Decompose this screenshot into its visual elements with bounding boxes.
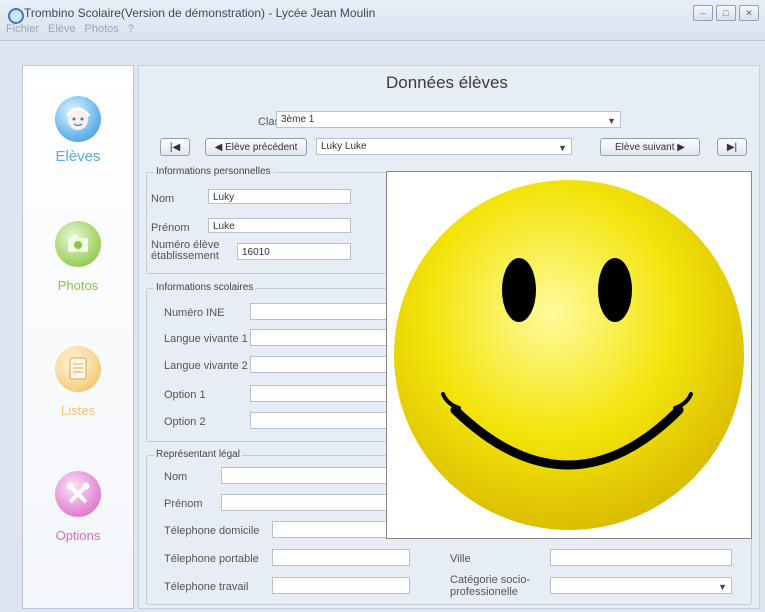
- next-student-button[interactable]: Elève suivant ▶: [600, 138, 700, 156]
- sidebar-label-listes: Listes: [61, 403, 95, 418]
- smiley-face-icon: [394, 180, 744, 530]
- camera-icon: [55, 221, 101, 267]
- sidebar-item-eleves[interactable]: Elèves: [23, 96, 133, 176]
- chevron-down-icon: ▼: [558, 143, 567, 153]
- langue-vivante-2-field[interactable]: [250, 356, 390, 373]
- tools-icon: [55, 471, 101, 517]
- student-photo[interactable]: [386, 171, 752, 539]
- categorie-label-line1: Catégorie socio-: [450, 574, 531, 586]
- maximize-button[interactable]: □: [716, 5, 736, 21]
- categorie-select[interactable]: ▼: [550, 577, 732, 594]
- option-2-field[interactable]: [250, 412, 390, 429]
- tel-portable-field[interactable]: [272, 549, 410, 566]
- option-1-label: Option 1: [164, 389, 206, 401]
- student-select[interactable]: Luky Luke ▼: [316, 138, 572, 155]
- menu-photos[interactable]: Photos: [85, 23, 119, 35]
- student-icon: [55, 96, 101, 142]
- option-1-field[interactable]: [250, 385, 390, 402]
- last-student-button[interactable]: ▶|: [717, 138, 747, 156]
- chevron-down-icon: ▼: [718, 582, 727, 592]
- menu-fichier[interactable]: Fichier: [6, 23, 39, 35]
- option-2-label: Option 2: [164, 416, 206, 428]
- close-button[interactable]: ✕: [739, 5, 759, 21]
- sidebar-label-photos: Photos: [57, 278, 99, 293]
- classe-value: 3ème 1: [281, 114, 315, 125]
- sidebar: Elèves Photos Listes Options: [22, 65, 134, 609]
- tel-travail-label: Télephone travail: [164, 581, 249, 593]
- page-title: Données élèves: [386, 73, 508, 92]
- numero-ine-field[interactable]: [250, 303, 390, 320]
- ville-label: Ville: [450, 553, 471, 565]
- prenom-label: Prénom: [151, 222, 190, 234]
- menu-help[interactable]: ?: [128, 23, 134, 35]
- numero-eleve-field[interactable]: 16010: [237, 243, 351, 260]
- classe-select[interactable]: 3ème 1 ▼: [276, 111, 621, 128]
- numero-label-line2: établissement: [151, 250, 219, 262]
- chevron-down-icon: ▼: [607, 116, 616, 126]
- group-title-scolaires: Informations scolaires: [154, 282, 256, 293]
- categorie-label: Catégorie socio-professionelle: [450, 574, 530, 598]
- rep-prenom-field[interactable]: [221, 494, 391, 511]
- nom-field[interactable]: Luky: [208, 189, 351, 204]
- categorie-label-line2: professionelle: [450, 586, 518, 598]
- menu-eleve[interactable]: Elève: [48, 23, 76, 35]
- langue-vivante-2-label: Langue vivante 2: [164, 360, 248, 372]
- rep-prenom-label: Prénom: [164, 498, 203, 510]
- rep-nom-label: Nom: [164, 471, 188, 483]
- group-title-personnelles: Informations personnelles: [154, 166, 273, 177]
- list-icon: [55, 346, 101, 392]
- previous-student-button[interactable]: ◀ Elève précédent: [205, 138, 307, 156]
- tel-domicile-label: Télephone domicile: [164, 525, 260, 537]
- ville-field[interactable]: [550, 549, 732, 566]
- app-icon: [8, 8, 24, 24]
- group-title-representant: Représentant légal: [154, 449, 242, 460]
- sidebar-item-listes[interactable]: Listes: [23, 346, 133, 426]
- student-select-value: Luky Luke: [321, 141, 367, 152]
- tel-travail-field[interactable]: [272, 577, 410, 594]
- first-student-button[interactable]: |◀: [160, 138, 190, 156]
- sidebar-item-photos[interactable]: Photos: [23, 221, 133, 301]
- tel-domicile-field[interactable]: [272, 521, 392, 538]
- prenom-field[interactable]: Luke: [208, 218, 351, 233]
- menu-bar: Fichier Elève Photos?: [6, 23, 143, 39]
- sidebar-item-options[interactable]: Options: [23, 471, 133, 551]
- numero-ine-label: Numéro INE: [164, 307, 225, 319]
- sidebar-label-eleves: Elèves: [55, 148, 101, 165]
- numero-eleve-label: Numéro élève établissement: [151, 240, 219, 262]
- rep-nom-field[interactable]: [221, 467, 391, 484]
- langue-vivante-1-label: Langue vivante 1: [164, 333, 248, 345]
- tel-portable-label: Télephone portable: [164, 553, 259, 565]
- minimize-button[interactable]: –: [693, 5, 713, 21]
- window-title: Trombino Scolaire(Version de démonstrati…: [24, 6, 376, 20]
- langue-vivante-1-field[interactable]: [250, 329, 390, 346]
- nom-label: Nom: [151, 193, 175, 205]
- sidebar-label-options: Options: [55, 528, 101, 543]
